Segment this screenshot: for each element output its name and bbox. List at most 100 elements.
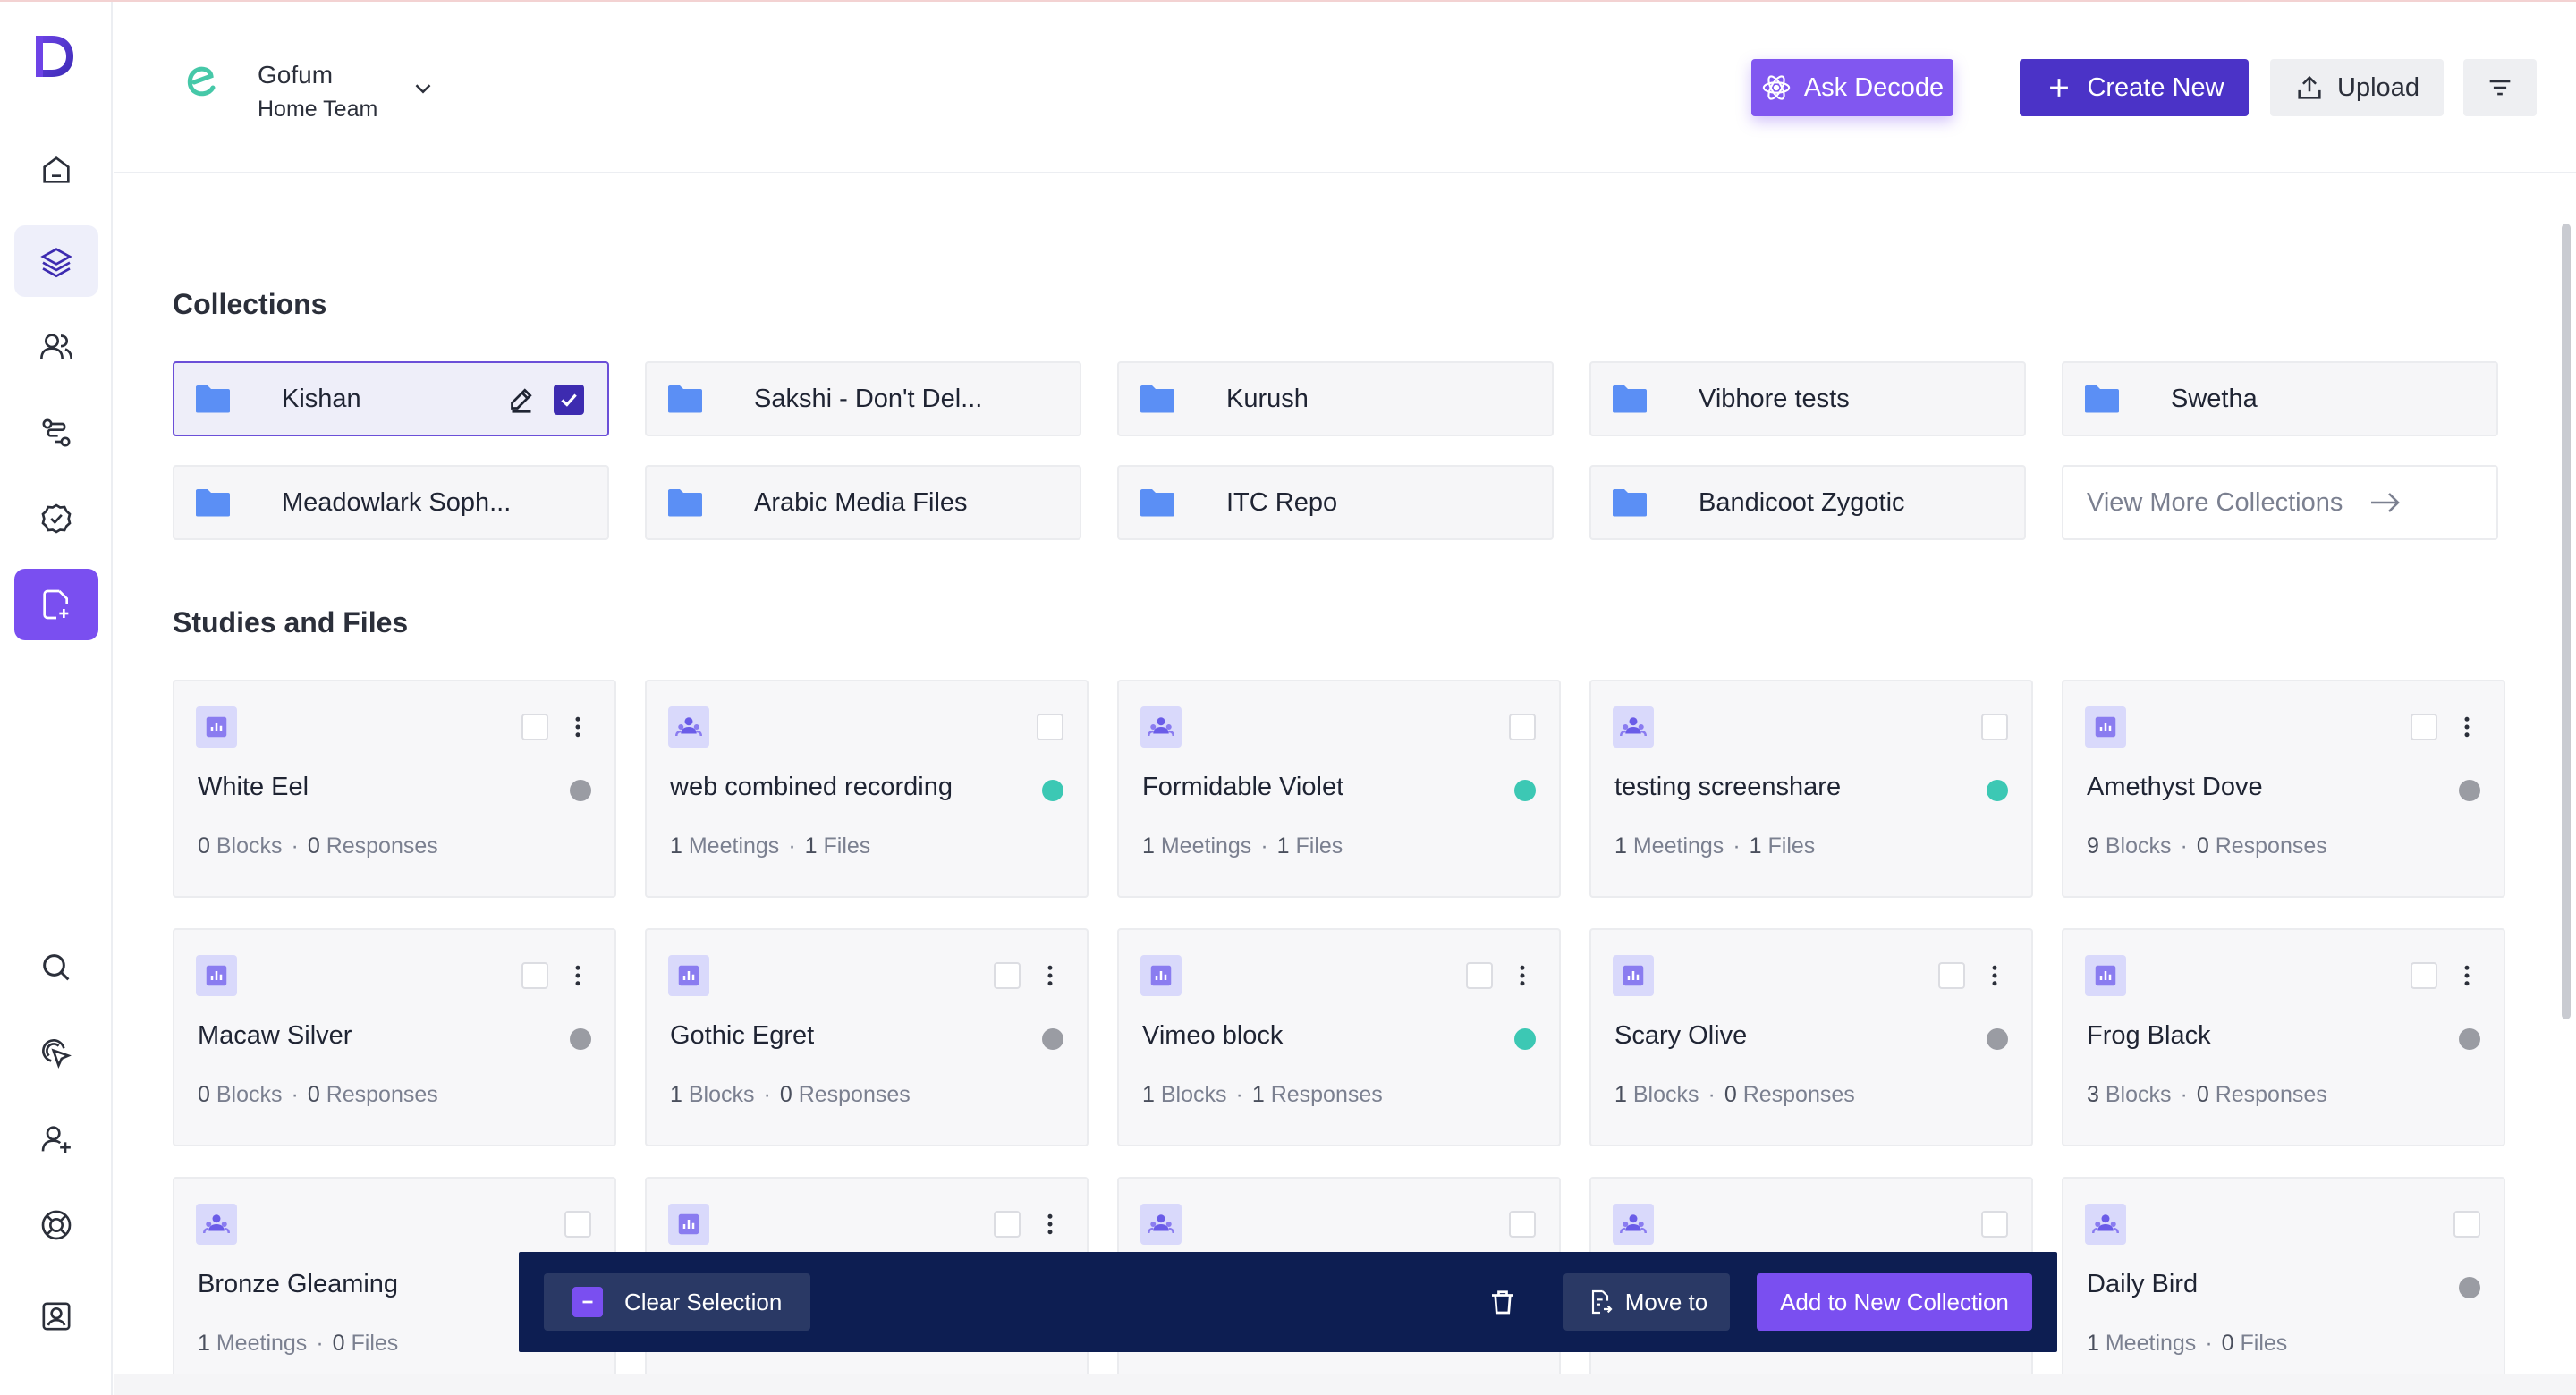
- meta-count-b: 0: [307, 1082, 320, 1107]
- meta-label-b: Files: [1767, 833, 1816, 858]
- meta-count-b: 0: [2196, 1082, 2209, 1107]
- upload-button[interactable]: Upload: [2270, 59, 2444, 116]
- study-card[interactable]: Daily Bird 1 Meetings · 0 Files: [2062, 1177, 2505, 1395]
- meta-label-b: Responses: [326, 1082, 438, 1107]
- card-checkbox[interactable]: [1466, 962, 1493, 989]
- card-checkbox[interactable]: [2411, 962, 2437, 989]
- more-vertical-icon[interactable]: [564, 714, 591, 740]
- nav-people[interactable]: [14, 311, 98, 383]
- collection-item[interactable]: ITC Repo: [1117, 465, 1554, 540]
- card-checkbox[interactable]: [1037, 714, 1063, 740]
- collection-item[interactable]: Meadowlark Soph...: [173, 465, 609, 540]
- card-checkbox[interactable]: [2453, 1211, 2480, 1238]
- more-vertical-icon[interactable]: [2453, 962, 2480, 989]
- delete-button[interactable]: [1487, 1286, 1519, 1318]
- card-checkbox[interactable]: [1509, 1211, 1536, 1238]
- nav-studies[interactable]: [14, 569, 98, 640]
- more-vertical-icon[interactable]: [1981, 962, 2008, 989]
- folder-icon: [1611, 487, 1648, 518]
- meta-count-b: 0: [2221, 1331, 2234, 1356]
- create-new-button[interactable]: Create New: [2020, 59, 2249, 116]
- card-meta: 1 Blocks · 1 Responses: [1142, 1082, 1383, 1108]
- clear-selection-button[interactable]: Clear Selection: [544, 1273, 810, 1331]
- card-checkbox[interactable]: [994, 1211, 1021, 1238]
- ask-decode-button[interactable]: Ask Decode: [1751, 59, 1953, 116]
- status-dot: [570, 1028, 591, 1050]
- meta-count-a: 1: [670, 1082, 682, 1107]
- add-to-new-collection-label: Add to New Collection: [1780, 1288, 2009, 1315]
- card-checkbox[interactable]: [1981, 1211, 2008, 1238]
- card-title: Frog Black: [2087, 1021, 2211, 1050]
- app-logo[interactable]: [32, 32, 77, 80]
- collection-item[interactable]: Kishan: [173, 361, 609, 436]
- checkbox-checked-icon[interactable]: [554, 385, 584, 415]
- nav-repository[interactable]: [14, 225, 98, 297]
- atom-icon: [1762, 75, 1791, 100]
- meta-count-b: 1: [804, 833, 818, 858]
- card-meta: 1 Meetings · 1 Files: [1614, 833, 1815, 859]
- meta-separator: ·: [1707, 1082, 1716, 1107]
- more-vertical-icon[interactable]: [1509, 962, 1536, 989]
- more-vertical-icon[interactable]: [1037, 1211, 1063, 1238]
- study-card[interactable]: Scary Olive 1 Blocks · 0 Responses: [1589, 928, 2033, 1146]
- card-title: Amethyst Dove: [2087, 773, 2263, 801]
- status-dot: [1987, 1028, 2008, 1050]
- card-checkbox[interactable]: [1938, 962, 1965, 989]
- meta-label-b: Responses: [326, 833, 438, 858]
- more-vertical-icon[interactable]: [564, 962, 591, 989]
- cursor-click-icon: [42, 1039, 72, 1069]
- study-card[interactable]: Vimeo block 1 Blocks · 1 Responses: [1117, 928, 1561, 1146]
- scrollbar[interactable]: [2562, 224, 2571, 1019]
- more-vertical-icon[interactable]: [2453, 714, 2480, 740]
- nav-profile[interactable]: [14, 1281, 98, 1352]
- nav-invite[interactable]: [14, 1103, 98, 1175]
- collection-item[interactable]: Kurush: [1117, 361, 1554, 436]
- home-icon: [43, 156, 70, 183]
- card-checkbox[interactable]: [521, 714, 548, 740]
- move-to-button[interactable]: Move to: [1563, 1273, 1730, 1331]
- meeting-icon: [196, 1204, 237, 1245]
- card-checkbox[interactable]: [521, 962, 548, 989]
- meta-count-b: 0: [2196, 833, 2209, 858]
- collection-item[interactable]: Bandicoot Zygotic: [1589, 465, 2026, 540]
- move-to-label: Move to: [1624, 1288, 1708, 1315]
- meta-label-a: Blocks: [216, 1082, 283, 1107]
- study-card[interactable]: White Eel 0 Blocks · 0 Responses: [173, 680, 616, 898]
- study-card[interactable]: Frog Black 3 Blocks · 0 Responses: [2062, 928, 2505, 1146]
- study-card[interactable]: Gothic Egret 1 Blocks · 0 Responses: [645, 928, 1089, 1146]
- team-name[interactable]: Gofum: [258, 61, 333, 89]
- team-switcher-chevron[interactable]: [410, 75, 436, 102]
- nav-clicks[interactable]: [14, 1018, 98, 1089]
- card-checkbox[interactable]: [2411, 714, 2437, 740]
- more-vertical-icon[interactable]: [1037, 962, 1063, 989]
- meeting-icon: [2085, 1204, 2126, 1245]
- study-card[interactable]: web combined recording 1 Meetings · 1 Files: [645, 680, 1089, 898]
- minus-icon: [572, 1287, 603, 1317]
- card-checkbox[interactable]: [1981, 714, 2008, 740]
- pencil-icon[interactable]: [505, 383, 538, 415]
- nav-tasks[interactable]: [14, 483, 98, 554]
- collection-item[interactable]: Sakshi - Don't Del...: [645, 361, 1081, 436]
- folder-icon: [194, 384, 232, 414]
- card-checkbox[interactable]: [564, 1211, 591, 1238]
- view-more-collections-link[interactable]: View More Collections: [2062, 465, 2498, 540]
- filter-button[interactable]: [2463, 59, 2537, 116]
- nav-search[interactable]: [14, 932, 98, 1003]
- study-card[interactable]: Amethyst Dove 9 Blocks · 0 Responses: [2062, 680, 2505, 898]
- nav-help[interactable]: [14, 1189, 98, 1261]
- study-card[interactable]: Macaw Silver 0 Blocks · 0 Responses: [173, 928, 616, 1146]
- study-card[interactable]: testing screenshare 1 Meetings · 1 Files: [1589, 680, 2033, 898]
- add-to-new-collection-button[interactable]: Add to New Collection: [1757, 1273, 2032, 1331]
- collection-item[interactable]: Swetha: [2062, 361, 2498, 436]
- meta-label-a: Blocks: [1160, 1082, 1227, 1107]
- card-checkbox[interactable]: [994, 962, 1021, 989]
- card-checkbox[interactable]: [1509, 714, 1536, 740]
- collection-item[interactable]: Vibhore tests: [1589, 361, 2026, 436]
- meta-separator: ·: [2205, 1331, 2213, 1356]
- status-dot: [1987, 780, 2008, 801]
- nav-journeys[interactable]: [14, 397, 98, 469]
- study-card[interactable]: Formidable Violet 1 Meetings · 1 Files: [1117, 680, 1561, 898]
- nav-home[interactable]: [14, 134, 98, 206]
- card-meta: 1 Blocks · 0 Responses: [1614, 1082, 1855, 1108]
- collection-item[interactable]: Arabic Media Files: [645, 465, 1081, 540]
